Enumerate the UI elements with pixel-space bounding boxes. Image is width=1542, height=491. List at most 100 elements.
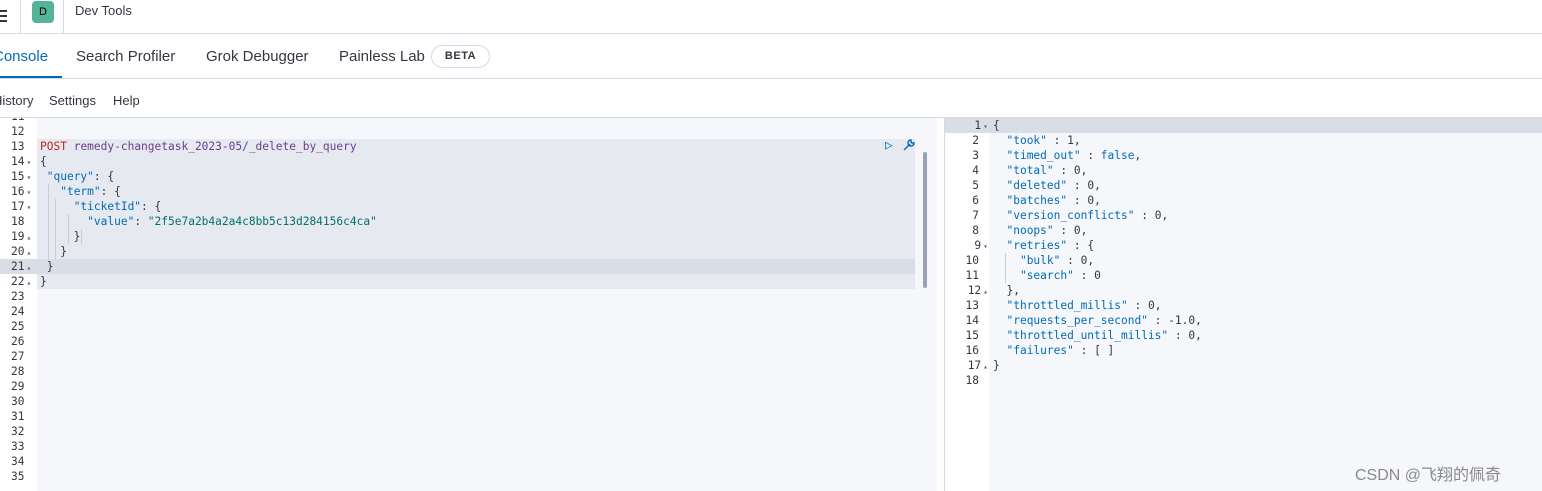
history-link[interactable]: History [0, 93, 33, 108]
response-line: { [993, 119, 1000, 132]
line-number: 4 [945, 163, 989, 178]
line-number-text: 11 [11, 118, 24, 123]
json-key: "requests_per_second" [1006, 314, 1148, 327]
line-number-text: 20 [11, 245, 25, 258]
line-number-text: 18 [11, 215, 25, 228]
line-number: 27 [0, 349, 35, 364]
response-line: "retries" : { [1006, 239, 1095, 252]
json-value: [ ] [1094, 344, 1115, 357]
line-number-text: 7 [972, 209, 979, 222]
line-number-text: 15 [965, 329, 979, 342]
fold-icon[interactable]: ▾ [983, 122, 988, 131]
line-number: 33 [0, 439, 35, 454]
response-line: "search" : 0 [1019, 269, 1101, 282]
http-method: POST [40, 140, 67, 153]
line-number: 30 [0, 394, 35, 409]
console-menu: History Settings Help [0, 79, 1542, 118]
tab-painless-lab[interactable]: Painless Lab [339, 48, 425, 65]
line-number: 25 [0, 319, 35, 334]
tab-grok-debugger[interactable]: Grok Debugger [206, 48, 309, 65]
fold-icon[interactable]: ▾ [26, 203, 31, 212]
indent-guide [81, 229, 82, 244]
space-avatar[interactable]: D [32, 1, 54, 23]
fold-icon[interactable]: ▴ [26, 233, 31, 242]
line-number-text: 21 [11, 260, 25, 273]
menu-icon[interactable] [0, 7, 9, 23]
line-number-text: 29 [11, 380, 25, 393]
json-key: "bulk" [1019, 254, 1061, 267]
line-number: 15 [945, 328, 989, 343]
line-number: 5 [945, 178, 989, 193]
response-line: "failures" : [ ] [1006, 344, 1115, 357]
code-line: { [40, 155, 47, 168]
line-number-text: 16 [11, 185, 25, 198]
fold-icon[interactable]: ▴ [26, 278, 31, 287]
line-number-text: 30 [11, 395, 25, 408]
active-line-highlight [37, 259, 915, 274]
json-key: "term" [60, 185, 101, 198]
tab-search-profiler[interactable]: Search Profiler [76, 48, 175, 65]
line-number: 20 ▴ [0, 244, 35, 259]
fold-icon[interactable]: ▾ [26, 173, 31, 182]
line-number: 22 ▴ [0, 274, 35, 289]
json-value: -1.0 [1168, 314, 1196, 327]
active-tab-indicator [0, 76, 62, 78]
fold-icon[interactable]: ▾ [983, 242, 988, 251]
line-number: 16 [945, 343, 989, 358]
line-number-text: 3 [972, 149, 979, 162]
json-key: "version_conflicts" [1006, 209, 1135, 222]
settings-link[interactable]: Settings [49, 93, 96, 108]
json-value: 0 [1073, 224, 1081, 237]
json-key: "retries" [1006, 239, 1068, 252]
request-editor[interactable]: 11121314▾15▾16▾17▾1819▴20▴21▴22▴23242526… [0, 118, 944, 491]
json-value: 0 [1094, 269, 1101, 282]
line-number-text: 4 [972, 164, 979, 177]
fold-icon[interactable]: ▴ [26, 248, 31, 257]
response-line: "throttled_millis" : 0, [1006, 299, 1162, 312]
help-link[interactable]: Help [113, 93, 140, 108]
code-line: "value": "2f5e7a2b4a2a4c8bb5c13d284156c4… [87, 215, 377, 228]
line-number: 14 [945, 313, 989, 328]
line-number: 26 [0, 334, 35, 349]
code-line: "query": { [46, 170, 115, 183]
line-number-text: 34 [11, 455, 25, 468]
response-line: } [993, 359, 1000, 372]
response-line: "bulk" : 0, [1019, 254, 1095, 267]
request-line: POST remedy-changetask_2023-05/_delete_b… [40, 139, 357, 154]
line-number-text: 14 [965, 314, 979, 327]
json-key: "took" [1006, 134, 1047, 147]
line-number-text: 18 [965, 374, 979, 387]
line-number-text: 9 [974, 239, 982, 252]
line-number: 23 [0, 289, 35, 304]
fold-icon[interactable]: ▴ [983, 362, 988, 371]
tab-console[interactable]: Console [0, 48, 48, 65]
fold-icon[interactable]: ▾ [26, 158, 31, 167]
json-value: "2f5e7a2b4a2a4c8bb5c13d284156c4ca" [147, 215, 377, 228]
code-line: "ticketId": { [73, 200, 162, 213]
fold-icon[interactable]: ▾ [26, 188, 31, 197]
code-line: } [40, 245, 67, 258]
code-line: } [40, 230, 81, 243]
fold-icon[interactable]: ▴ [983, 287, 988, 296]
beta-badge: BETA [431, 45, 490, 68]
line-number: 15 ▾ [0, 169, 35, 184]
play-icon[interactable]: ▷ [885, 138, 893, 153]
line-number-text: 33 [11, 440, 25, 453]
line-number-text: 22 [11, 275, 25, 288]
line-number: 24 [0, 304, 35, 319]
json-value: 0 [1080, 254, 1088, 267]
line-number: 17 ▾ [0, 199, 35, 214]
response-line: "took" : 1, [1006, 134, 1081, 147]
response-line: "noops" : 0, [1006, 224, 1088, 237]
app-header: D Dev Tools [0, 0, 1542, 34]
wrench-icon[interactable] [902, 138, 916, 156]
line-number-text: 15 [11, 170, 25, 183]
fold-icon[interactable]: ▴ [26, 263, 31, 272]
editor-scrollbar[interactable] [923, 152, 927, 288]
line-number: 34 [0, 454, 35, 469]
line-number: 16 ▾ [0, 184, 35, 199]
json-key: "failures" [1006, 344, 1074, 357]
line-number-text: 13 [11, 140, 25, 153]
line-number-text: 13 [965, 299, 979, 312]
json-key: "noops" [1006, 224, 1054, 237]
